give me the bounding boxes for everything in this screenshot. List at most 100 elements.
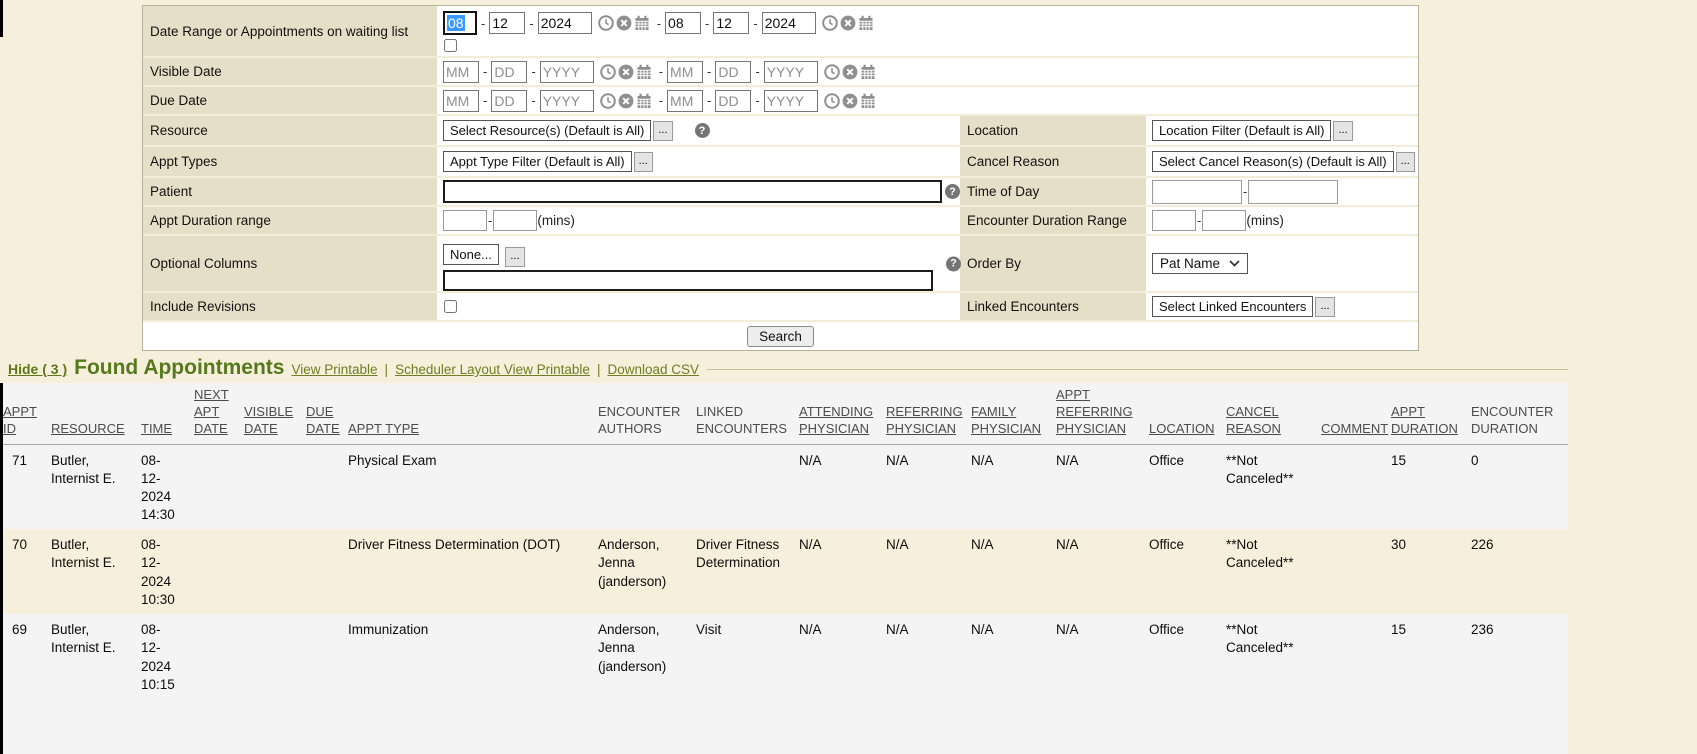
include-revisions-label: Include Revisions: [143, 293, 437, 320]
time-of-day-to-input[interactable]: [1248, 180, 1338, 204]
calendar-icon[interactable]: [858, 15, 874, 31]
column-header[interactable]: ATTENDING PHYSICIAN: [799, 404, 873, 436]
cancel-reason-more-button[interactable]: ...: [1396, 152, 1415, 172]
due-end-month-input[interactable]: [667, 90, 703, 112]
column-header-cell: NEXT APT DATE: [194, 383, 244, 444]
cancel-reason-select[interactable]: Select Cancel Reason(s) (Default is All): [1152, 151, 1394, 172]
date-start-day-input[interactable]: [489, 12, 525, 34]
time-of-day-from-input[interactable]: [1152, 180, 1242, 204]
clock-icon[interactable]: [600, 93, 616, 109]
clear-icon[interactable]: [842, 64, 858, 80]
column-header[interactable]: COMMENT: [1321, 421, 1388, 436]
optional-columns-select[interactable]: None...: [443, 244, 499, 265]
calendar-icon[interactable]: [860, 64, 876, 80]
download-csv-link[interactable]: Download CSV: [607, 362, 699, 377]
cell-linked-encounters: [696, 444, 799, 529]
due-start-month-input[interactable]: [443, 90, 479, 112]
linked-encounters-select[interactable]: Select Linked Encounters: [1152, 296, 1313, 317]
visible-end-day-input[interactable]: [715, 61, 751, 83]
column-header[interactable]: NEXT APT DATE: [194, 387, 229, 436]
calendar-icon[interactable]: [636, 64, 652, 80]
date-end-year-input[interactable]: [762, 12, 816, 34]
view-printable-link[interactable]: View Printable: [291, 362, 377, 377]
due-start-year-input[interactable]: [540, 90, 594, 112]
column-header[interactable]: ENCOUNTER AUTHORS: [598, 404, 680, 436]
cell-time: 08- 12- 2024 10:15: [141, 614, 194, 754]
visible-start-day-input[interactable]: [491, 61, 527, 83]
appt-duration-to-input[interactable]: [493, 210, 537, 231]
search-button[interactable]: Search: [747, 326, 814, 347]
cell-appt-referring-physician: N/A: [1056, 444, 1149, 529]
waiting-list-checkbox[interactable]: [444, 39, 457, 52]
column-header[interactable]: LOCATION: [1149, 421, 1215, 436]
date-start-year-input[interactable]: [538, 12, 592, 34]
help-icon[interactable]: ?: [695, 123, 710, 138]
due-end-day-input[interactable]: [715, 90, 751, 112]
appt-types-select[interactable]: Appt Type Filter (Default is All): [443, 151, 632, 172]
column-header[interactable]: APPT REFERRING PHYSICIAN: [1056, 387, 1133, 436]
resource-select[interactable]: Select Resource(s) (Default is All): [443, 120, 651, 141]
due-end-year-input[interactable]: [764, 90, 818, 112]
cell-resource: Butler, Internist E.: [51, 444, 141, 529]
mins-suffix: (mins): [1246, 213, 1284, 228]
column-header[interactable]: LINKED ENCOUNTERS: [696, 404, 787, 436]
clock-icon[interactable]: [598, 15, 614, 31]
column-header[interactable]: DUE DATE: [306, 404, 340, 436]
clock-icon[interactable]: [822, 15, 838, 31]
column-header[interactable]: APPT TYPE: [348, 421, 419, 436]
optional-columns-more-button[interactable]: ...: [505, 247, 524, 267]
clear-icon[interactable]: [616, 15, 632, 31]
visible-start-month-input[interactable]: [443, 61, 479, 83]
optional-columns-input[interactable]: [443, 270, 933, 292]
visible-end-year-input[interactable]: [764, 61, 818, 83]
column-header[interactable]: REFERRING PHYSICIAN: [886, 404, 963, 436]
linked-encounters-more-button[interactable]: ...: [1315, 297, 1334, 317]
hide-link[interactable]: Hide ( 3 ): [8, 361, 67, 377]
location-select[interactable]: Location Filter (Default is All): [1152, 120, 1331, 141]
column-header[interactable]: RESOURCE: [51, 421, 125, 436]
visible-end-month-input[interactable]: [667, 61, 703, 83]
scheduler-layout-printable-link[interactable]: Scheduler Layout View Printable: [395, 362, 590, 377]
column-header[interactable]: APPT ID: [3, 404, 37, 436]
calendar-icon[interactable]: [634, 15, 650, 31]
clear-icon[interactable]: [840, 15, 856, 31]
clear-icon[interactable]: [842, 93, 858, 109]
help-icon[interactable]: ?: [945, 184, 960, 199]
table-row: 70 Butler, Internist E. 08- 12- 2024 10:…: [3, 529, 1568, 614]
clock-icon[interactable]: [600, 64, 616, 80]
cell-appt-type: Immunization: [348, 614, 598, 754]
encounter-duration-from-input[interactable]: [1152, 210, 1196, 231]
visible-start-year-input[interactable]: [540, 61, 594, 83]
cell-location: Office: [1149, 444, 1226, 529]
appt-types-more-button[interactable]: ...: [634, 152, 653, 172]
date-start-month-input[interactable]: 08: [443, 11, 477, 35]
cell-resource: Butler, Internist E.: [51, 614, 141, 754]
due-start-day-input[interactable]: [491, 90, 527, 112]
order-by-select[interactable]: Pat Name: [1152, 253, 1248, 274]
column-header[interactable]: ENCOUNTER DURATION: [1471, 404, 1553, 436]
clock-icon[interactable]: [824, 64, 840, 80]
date-end-month-input[interactable]: [665, 12, 701, 34]
encounter-duration-to-input[interactable]: [1202, 210, 1246, 231]
resource-more-button[interactable]: ...: [653, 121, 672, 141]
appt-duration-from-input[interactable]: [443, 210, 487, 231]
cell-family-physician: N/A: [971, 529, 1056, 614]
date-range-row: Date Range or Appointments on waiting li…: [143, 6, 1418, 58]
patient-input[interactable]: [443, 180, 942, 203]
column-header[interactable]: APPT DURATION: [1391, 404, 1458, 436]
date-end-day-input[interactable]: [713, 12, 749, 34]
include-revisions-checkbox[interactable]: [444, 300, 457, 313]
column-header[interactable]: TIME: [141, 421, 172, 436]
column-header[interactable]: CANCEL REASON: [1226, 404, 1281, 436]
calendar-icon[interactable]: [636, 93, 652, 109]
cell-comment: [1321, 614, 1391, 754]
help-icon[interactable]: ?: [946, 256, 961, 271]
column-header[interactable]: VISIBLE DATE: [244, 404, 293, 436]
clock-icon[interactable]: [824, 93, 840, 109]
column-header[interactable]: FAMILY PHYSICIAN: [971, 404, 1041, 436]
location-more-button[interactable]: ...: [1333, 121, 1352, 141]
clear-icon[interactable]: [618, 93, 634, 109]
clear-icon[interactable]: [618, 64, 634, 80]
calendar-icon[interactable]: [860, 93, 876, 109]
mins-suffix: (mins): [537, 213, 575, 228]
